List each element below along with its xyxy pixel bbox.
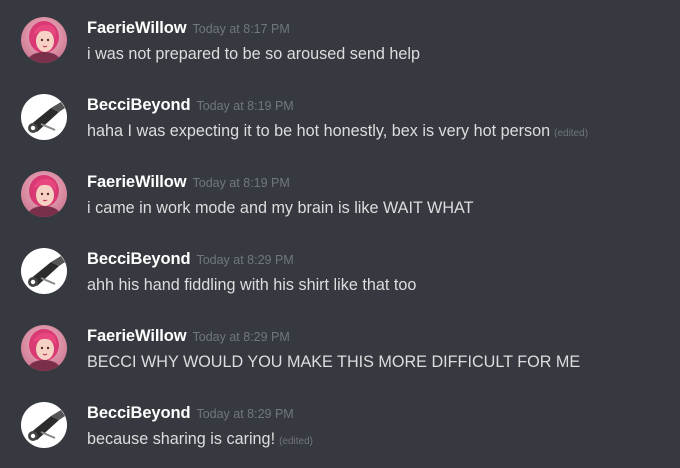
message-item: BecciBeyond Today at 8:19 PM haha I was e… <box>0 77 680 153</box>
edited-label: (edited) <box>554 128 589 139</box>
faeriewillow-avatar[interactable] <box>21 325 67 371</box>
faeriewillow-avatar[interactable] <box>21 171 67 217</box>
timestamp[interactable]: Today at 8:19 PM <box>193 176 290 190</box>
beccibeyond-avatar[interactable] <box>21 402 67 448</box>
message-item: FaerieWillow Today at 8:29 PM BECCI WHY W… <box>0 308 680 384</box>
timestamp[interactable]: Today at 8:29 PM <box>196 407 293 421</box>
chat-messages: FaerieWillow Today at 8:17 PM i was not p… <box>0 0 680 468</box>
timestamp[interactable]: Today at 8:29 PM <box>196 253 293 267</box>
message-item: FaerieWillow Today at 8:19 PM i came in w… <box>0 154 680 230</box>
message-content: BECCI WHY WOULD YOU MAKE THIS MORE DIFFI… <box>87 351 584 376</box>
message-content: i came in work mode and my brain is like… <box>87 197 478 222</box>
username[interactable]: BecciBeyond <box>87 250 191 268</box>
message-item: BecciBeyond Today at 8:29 PM ahh his hand… <box>0 231 680 307</box>
timestamp[interactable]: Today at 8:29 PM <box>193 330 290 344</box>
beccibeyond-avatar[interactable] <box>21 248 67 294</box>
username[interactable]: FaerieWillow <box>87 19 187 37</box>
message-text: i was not prepared to be so aroused send… <box>87 45 420 63</box>
faeriewillow-avatar[interactable] <box>21 17 67 63</box>
username[interactable]: FaerieWillow <box>87 173 187 191</box>
message-header: FaerieWillow Today at 8:19 PM <box>87 171 290 194</box>
username[interactable]: FaerieWillow <box>87 327 187 345</box>
message-content: ahh his hand fiddling with his shirt lik… <box>87 274 420 299</box>
beccibeyond-avatar[interactable] <box>21 94 67 140</box>
message-item: FaerieWillow Today at 8:17 PM i was not p… <box>0 0 680 76</box>
username[interactable]: BecciBeyond <box>87 96 191 114</box>
message-text: because sharing is caring! <box>87 430 276 448</box>
message-header: BecciBeyond Today at 8:29 PM <box>87 402 294 425</box>
message-content: because sharing is caring! (edited) <box>87 428 313 453</box>
message-item: BecciBeyond Today at 8:29 PM because shar… <box>0 385 680 461</box>
message-text: BECCI WHY WOULD YOU MAKE THIS MORE DIFFI… <box>87 353 581 371</box>
message-header: BecciBeyond Today at 8:19 PM <box>87 94 294 117</box>
edited-label: (edited) <box>279 436 313 447</box>
message-header: BecciBeyond Today at 8:29 PM <box>87 248 294 271</box>
message-text: ahh his hand fiddling with his shirt lik… <box>87 276 417 294</box>
message-content: i was not prepared to be so aroused send… <box>87 43 424 68</box>
message-header: FaerieWillow Today at 8:29 PM <box>87 325 290 348</box>
timestamp[interactable]: Today at 8:19 PM <box>196 99 293 113</box>
message-content: haha I was expecting it to be hot honest… <box>87 120 588 145</box>
timestamp[interactable]: Today at 8:17 PM <box>193 22 290 36</box>
username[interactable]: BecciBeyond <box>87 404 191 422</box>
message-header: FaerieWillow Today at 8:17 PM <box>87 17 290 40</box>
message-text: i came in work mode and my brain is like… <box>87 199 474 217</box>
message-text: haha I was expecting it to be hot honest… <box>87 122 551 140</box>
